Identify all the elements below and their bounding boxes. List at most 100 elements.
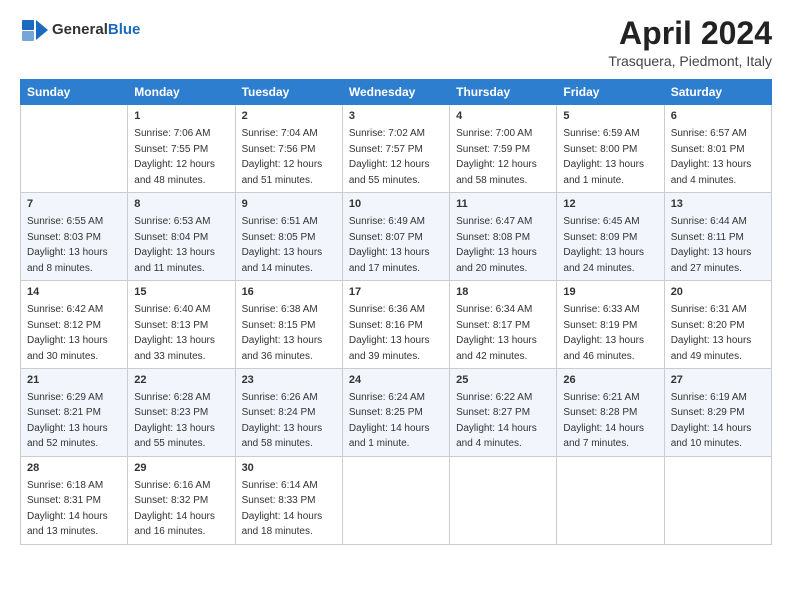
day-cell [450,456,557,544]
day-number: 3 [349,109,443,125]
day-info: Sunrise: 6:33 AMSunset: 8:19 PMDaylight:… [563,304,644,362]
calendar-table: Sunday Monday Tuesday Wednesday Thursday… [20,79,772,545]
day-number: 10 [349,197,443,213]
day-number: 18 [456,285,550,301]
day-number: 15 [134,285,228,301]
day-number: 29 [134,461,228,477]
day-number: 28 [27,461,121,477]
col-tuesday: Tuesday [235,80,342,105]
day-info: Sunrise: 6:22 AMSunset: 8:27 PMDaylight:… [456,392,537,450]
logo-general: General [52,21,108,38]
header-row: Sunday Monday Tuesday Wednesday Thursday… [21,80,772,105]
day-number: 1 [134,109,228,125]
day-info: Sunrise: 6:53 AMSunset: 8:04 PMDaylight:… [134,216,215,274]
day-number: 19 [563,285,657,301]
day-number: 5 [563,109,657,125]
day-cell: 3Sunrise: 7:02 AMSunset: 7:57 PMDaylight… [342,105,449,193]
day-number: 17 [349,285,443,301]
day-number: 8 [134,197,228,213]
day-cell: 5 Sunrise: 6:59 AMSunset: 8:00 PMDaylight… [557,105,664,193]
day-number: 22 [134,373,228,389]
day-info: Sunrise: 6:26 AMSunset: 8:24 PMDaylight:… [242,392,323,450]
day-info: Sunrise: 6:21 AMSunset: 8:28 PMDaylight:… [563,392,644,450]
day-cell [664,456,771,544]
day-cell: 22 Sunrise: 6:28 AMSunset: 8:23 PMDayligh… [128,369,235,457]
day-info: Sunrise: 7:06 AMSunset: 7:55 PMDaylight:… [134,128,215,186]
day-number: 21 [27,373,121,389]
day-cell: 20 Sunrise: 6:31 AMSunset: 8:20 PMDayligh… [664,281,771,369]
day-info: Sunrise: 6:38 AMSunset: 8:15 PMDaylight:… [242,304,323,362]
day-cell: 25 Sunrise: 6:22 AMSunset: 8:27 PMDayligh… [450,369,557,457]
day-info: Sunrise: 6:57 AMSunset: 8:01 PMDaylight:… [671,128,752,186]
day-number: 2 [242,109,336,125]
day-info: Sunrise: 7:04 AMSunset: 7:56 PMDaylight:… [242,128,323,186]
day-info: Sunrise: 6:59 AMSunset: 8:00 PMDaylight:… [563,128,644,186]
day-number: 27 [671,373,765,389]
day-number: 20 [671,285,765,301]
day-cell: 16 Sunrise: 6:38 AMSunset: 8:15 PMDayligh… [235,281,342,369]
day-info: Sunrise: 6:42 AMSunset: 8:12 PMDaylight:… [27,304,108,362]
day-info: Sunrise: 6:29 AMSunset: 8:21 PMDaylight:… [27,392,108,450]
day-info: Sunrise: 6:51 AMSunset: 8:05 PMDaylight:… [242,216,323,274]
day-cell: 27 Sunrise: 6:19 AMSunset: 8:29 PMDayligh… [664,369,771,457]
day-cell: 15Sunrise: 6:40 AMSunset: 8:13 PMDayligh… [128,281,235,369]
subtitle: Trasquera, Piedmont, Italy [608,53,772,69]
col-sunday: Sunday [21,80,128,105]
day-number: 24 [349,373,443,389]
week-row-5: 28 Sunrise: 6:18 AMSunset: 8:31 PMDayligh… [21,456,772,544]
day-cell: 29 Sunrise: 6:16 AMSunset: 8:32 PMDayligh… [128,456,235,544]
week-row-2: 7 Sunrise: 6:55 AMSunset: 8:03 PMDaylight… [21,193,772,281]
day-cell: 30Sunrise: 6:14 AMSunset: 8:33 PMDayligh… [235,456,342,544]
day-info: Sunrise: 6:55 AMSunset: 8:03 PMDaylight:… [27,216,108,274]
day-number: 14 [27,285,121,301]
day-cell: 11 Sunrise: 6:47 AMSunset: 8:08 PMDayligh… [450,193,557,281]
day-info: Sunrise: 6:36 AMSunset: 8:16 PMDaylight:… [349,304,430,362]
day-info: Sunrise: 6:31 AMSunset: 8:20 PMDaylight:… [671,304,752,362]
day-number: 23 [242,373,336,389]
page: GeneralBlue April 2024 Trasquera, Piedmo… [0,0,792,612]
logo-icon [20,16,48,44]
day-number: 13 [671,197,765,213]
day-cell: 2 Sunrise: 7:04 AMSunset: 7:56 PMDaylight… [235,105,342,193]
day-number: 12 [563,197,657,213]
day-info: Sunrise: 7:00 AMSunset: 7:59 PMDaylight:… [456,128,537,186]
week-row-1: 1 Sunrise: 7:06 AMSunset: 7:55 PMDaylight… [21,105,772,193]
col-saturday: Saturday [664,80,771,105]
day-cell: 23 Sunrise: 6:26 AMSunset: 8:24 PMDayligh… [235,369,342,457]
day-number: 16 [242,285,336,301]
day-cell [21,105,128,193]
day-cell: 28 Sunrise: 6:18 AMSunset: 8:31 PMDayligh… [21,456,128,544]
day-info: Sunrise: 6:34 AMSunset: 8:17 PMDaylight:… [456,304,537,362]
day-info: Sunrise: 6:28 AMSunset: 8:23 PMDaylight:… [134,392,215,450]
day-cell: 1 Sunrise: 7:06 AMSunset: 7:55 PMDaylight… [128,105,235,193]
calendar-header: Sunday Monday Tuesday Wednesday Thursday… [21,80,772,105]
day-number: 7 [27,197,121,213]
day-cell: 18 Sunrise: 6:34 AMSunset: 8:17 PMDayligh… [450,281,557,369]
day-cell: 17 Sunrise: 6:36 AMSunset: 8:16 PMDayligh… [342,281,449,369]
week-row-3: 14 Sunrise: 6:42 AMSunset: 8:12 PMDayligh… [21,281,772,369]
day-cell: 12 Sunrise: 6:45 AMSunset: 8:09 PMDayligh… [557,193,664,281]
day-info: Sunrise: 6:18 AMSunset: 8:31 PMDaylight:… [27,480,108,538]
col-thursday: Thursday [450,80,557,105]
day-info: Sunrise: 6:19 AMSunset: 8:29 PMDaylight:… [671,392,752,450]
day-cell: 4Sunrise: 7:00 AMSunset: 7:59 PMDaylight… [450,105,557,193]
header: GeneralBlue April 2024 Trasquera, Piedmo… [20,16,772,69]
day-cell: 24 Sunrise: 6:24 AMSunset: 8:25 PMDayligh… [342,369,449,457]
day-number: 25 [456,373,550,389]
day-info: Sunrise: 6:45 AMSunset: 8:09 PMDaylight:… [563,216,644,274]
col-wednesday: Wednesday [342,80,449,105]
col-friday: Friday [557,80,664,105]
day-info: Sunrise: 6:47 AMSunset: 8:08 PMDaylight:… [456,216,537,274]
day-cell: 8 Sunrise: 6:53 AMSunset: 8:04 PMDaylight… [128,193,235,281]
col-monday: Monday [128,80,235,105]
day-info: Sunrise: 6:24 AMSunset: 8:25 PMDaylight:… [349,392,430,450]
day-number: 26 [563,373,657,389]
day-number: 11 [456,197,550,213]
day-cell [342,456,449,544]
title-block: April 2024 Trasquera, Piedmont, Italy [608,16,772,69]
day-info: Sunrise: 6:16 AMSunset: 8:32 PMDaylight:… [134,480,215,538]
day-number: 30 [242,461,336,477]
day-cell: 13Sunrise: 6:44 AMSunset: 8:11 PMDayligh… [664,193,771,281]
day-cell: 10 Sunrise: 6:49 AMSunset: 8:07 PMDayligh… [342,193,449,281]
day-info: Sunrise: 6:49 AMSunset: 8:07 PMDaylight:… [349,216,430,274]
